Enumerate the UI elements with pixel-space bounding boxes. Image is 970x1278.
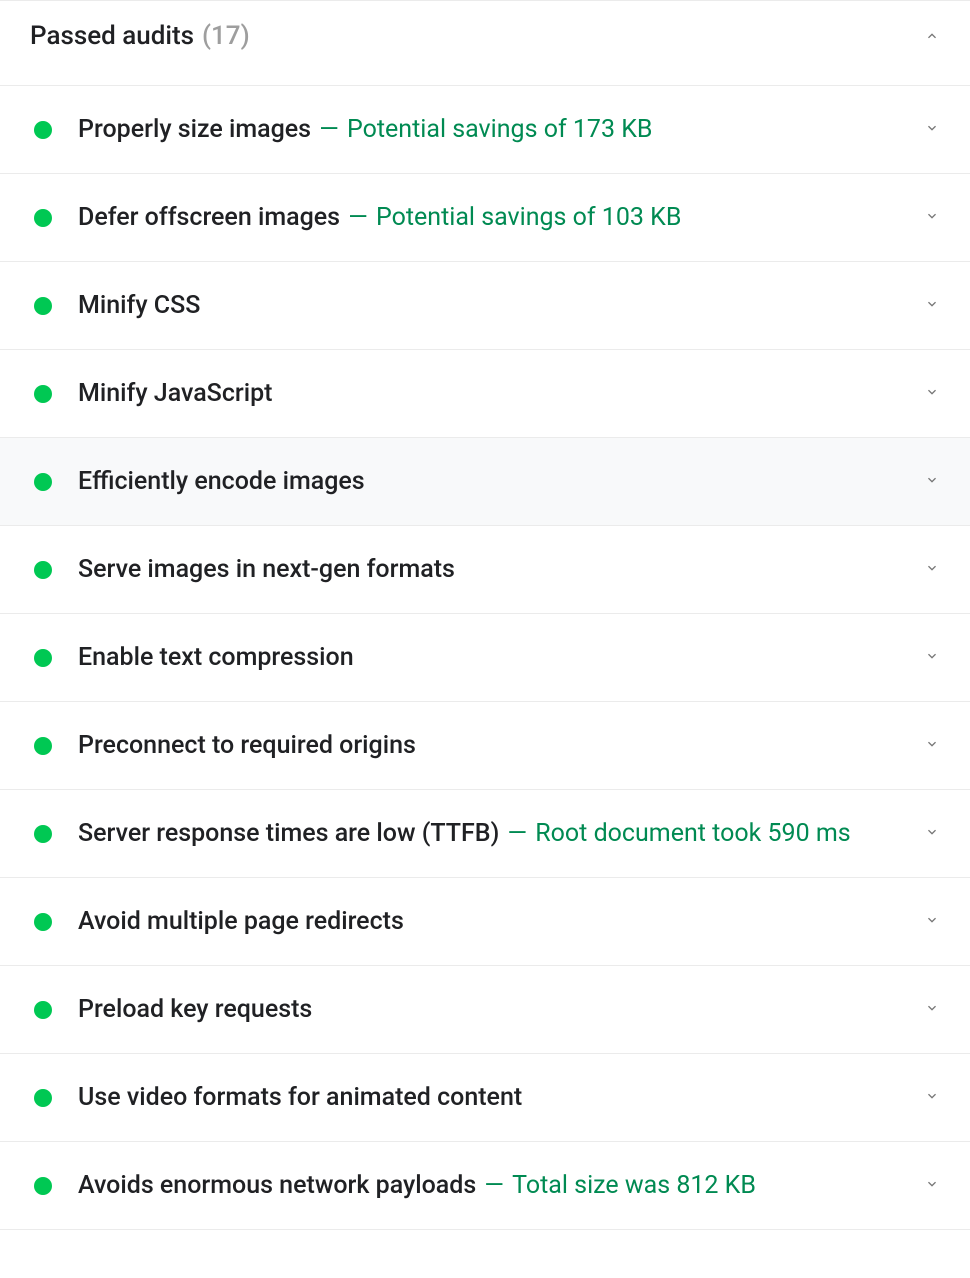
audit-item[interactable]: Preconnect to required origins xyxy=(0,702,970,790)
audit-title: Avoids enormous network payloads xyxy=(78,1171,476,1200)
chevron-down-icon xyxy=(924,824,940,844)
audit-title: Server response times are low (TTFB) xyxy=(78,819,499,848)
audit-title: Minify CSS xyxy=(78,291,200,320)
audit-content: Minify JavaScript xyxy=(78,376,908,411)
audit-content: Enable text compression xyxy=(78,640,908,675)
audit-item[interactable]: Properly size images — Potential savings… xyxy=(0,86,970,174)
section-title: Passed audits xyxy=(30,21,194,51)
audit-item[interactable]: Minify JavaScript xyxy=(0,350,970,438)
audit-content: Avoids enormous network payloads — Total… xyxy=(78,1168,908,1203)
chevron-down-icon xyxy=(924,912,940,932)
audit-list: Properly size images — Potential savings… xyxy=(0,86,970,1230)
pass-status-icon xyxy=(34,121,52,139)
audit-item[interactable]: Serve images in next-gen formats xyxy=(0,526,970,614)
audit-title: Avoid multiple page redirects xyxy=(78,907,404,936)
pass-status-icon xyxy=(34,561,52,579)
audit-content: Preconnect to required origins xyxy=(78,728,908,763)
audit-item[interactable]: Avoid multiple page redirects xyxy=(0,878,970,966)
audit-title: Enable text compression xyxy=(78,643,354,672)
audit-detail: Root document took 590 ms xyxy=(535,819,850,848)
chevron-down-icon xyxy=(924,1088,940,1108)
audit-content: Minify CSS xyxy=(78,288,908,323)
audit-content: Server response times are low (TTFB) — R… xyxy=(78,816,908,851)
audit-title: Preload key requests xyxy=(78,995,312,1024)
pass-status-icon xyxy=(34,209,52,227)
chevron-down-icon xyxy=(924,736,940,756)
chevron-down-icon xyxy=(924,296,940,316)
detail-separator: — xyxy=(484,1171,510,1200)
audit-item[interactable]: Use video formats for animated content xyxy=(0,1054,970,1142)
pass-status-icon xyxy=(34,1089,52,1107)
audit-title: Serve images in next-gen formats xyxy=(78,555,455,584)
audit-title: Defer offscreen images xyxy=(78,203,340,232)
chevron-down-icon xyxy=(924,208,940,228)
passed-audits-header[interactable]: Passed audits (17) xyxy=(0,1,970,86)
audit-item[interactable]: Enable text compression xyxy=(0,614,970,702)
pass-status-icon xyxy=(34,649,52,667)
audit-content: Serve images in next-gen formats xyxy=(78,552,908,587)
pass-status-icon xyxy=(34,297,52,315)
audit-item[interactable]: Avoids enormous network payloads — Total… xyxy=(0,1142,970,1230)
chevron-up-icon xyxy=(924,28,940,44)
detail-separator: — xyxy=(508,819,534,848)
audit-title: Properly size images xyxy=(78,115,311,144)
chevron-down-icon xyxy=(924,1176,940,1196)
detail-separator: — xyxy=(348,203,374,232)
pass-status-icon xyxy=(34,1001,52,1019)
chevron-down-icon xyxy=(924,560,940,580)
chevron-down-icon xyxy=(924,120,940,140)
audit-content: Defer offscreen images — Potential savin… xyxy=(78,200,908,235)
pass-status-icon xyxy=(34,737,52,755)
audit-content: Use video formats for animated content xyxy=(78,1080,908,1115)
audit-detail: Potential savings of 103 KB xyxy=(376,203,681,232)
chevron-down-icon xyxy=(924,472,940,492)
chevron-down-icon xyxy=(924,648,940,668)
chevron-down-icon xyxy=(924,384,940,404)
audit-detail: Potential savings of 173 KB xyxy=(347,115,652,144)
audit-content: Efficiently encode images xyxy=(78,464,908,499)
audit-title: Preconnect to required origins xyxy=(78,731,416,760)
chevron-down-icon xyxy=(924,1000,940,1020)
pass-status-icon xyxy=(34,385,52,403)
audit-title: Minify JavaScript xyxy=(78,379,272,408)
pass-status-icon xyxy=(34,825,52,843)
audit-detail: Total size was 812 KB xyxy=(512,1171,756,1200)
audit-title: Efficiently encode images xyxy=(78,467,365,496)
audit-title: Use video formats for animated content xyxy=(78,1083,522,1112)
audit-item[interactable]: Preload key requests xyxy=(0,966,970,1054)
audit-content: Preload key requests xyxy=(78,992,908,1027)
audit-item[interactable]: Defer offscreen images — Potential savin… xyxy=(0,174,970,262)
audit-item[interactable]: Server response times are low (TTFB) — R… xyxy=(0,790,970,878)
section-count: (17) xyxy=(202,21,250,51)
pass-status-icon xyxy=(34,913,52,931)
detail-separator: — xyxy=(319,115,345,144)
audit-item[interactable]: Efficiently encode images xyxy=(0,438,970,526)
audit-content: Properly size images — Potential savings… xyxy=(78,112,908,147)
pass-status-icon xyxy=(34,1177,52,1195)
pass-status-icon xyxy=(34,473,52,491)
audit-content: Avoid multiple page redirects xyxy=(78,904,908,939)
audit-item[interactable]: Minify CSS xyxy=(0,262,970,350)
